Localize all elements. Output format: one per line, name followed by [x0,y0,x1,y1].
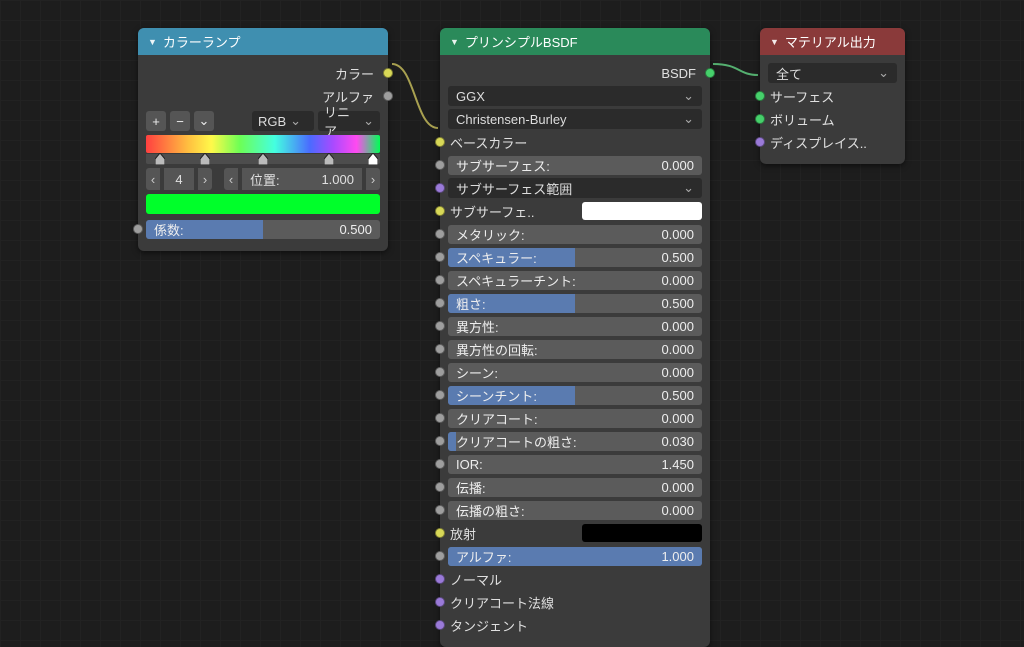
anisotropic-socket[interactable] [435,321,445,331]
ior-slider[interactable]: IOR:1.450 [448,455,702,474]
sheen-socket[interactable] [435,367,445,377]
output-color-label: カラー [146,64,374,83]
emission-swatch[interactable] [582,524,702,542]
subsurface-radius-select[interactable]: サブサーフェス範囲 [448,178,702,198]
emission-socket[interactable] [435,528,445,538]
normal-socket[interactable] [435,574,445,584]
ior-socket[interactable] [435,459,445,469]
gradient-stop[interactable] [258,153,268,165]
gradient-stop[interactable] [200,153,210,165]
displacement-socket[interactable] [755,137,765,147]
volume-socket[interactable] [755,114,765,124]
subsurface-socket[interactable] [435,160,445,170]
clearcoatRough-slider[interactable]: クリアコートの粗さ:0.030 [448,432,702,451]
stop-index-field[interactable]: 4 [164,168,194,190]
specTint-slider[interactable]: スペキュラーチント:0.000 [448,271,702,290]
sheen-slider[interactable]: シーン:0.000 [448,363,702,382]
node-color-ramp[interactable]: ▼ カラーランプ カラー アルファ + − ⌄ RGB リニア ‹ 4 › ‹ [138,28,388,251]
roughness-socket[interactable] [435,298,445,308]
subsurface-color-label: サブサーフェ.. [448,202,582,221]
output-alpha-label: アルファ [146,87,374,106]
material-output-title: マテリアル出力 [785,32,876,51]
fac-input-socket[interactable] [133,224,143,234]
anisoRot-socket[interactable] [435,344,445,354]
target-select[interactable]: 全て [768,63,897,83]
gradient-stops[interactable] [146,154,380,164]
collapse-icon: ▼ [148,37,157,47]
output-alpha-socket[interactable] [383,91,393,101]
principled-title: プリンシプルBSDF [465,32,578,51]
sss-method-select[interactable]: Christensen-Burley [448,109,702,129]
interp-mode-select[interactable]: リニア [318,111,380,131]
position-field[interactable]: 位置:1.000 [242,168,362,190]
metallic-slider[interactable]: メタリック:0.000 [448,225,702,244]
emission-label: 放射 [448,524,582,543]
tangent-label: タンジェント [448,616,702,635]
sheenTint-socket[interactable] [435,390,445,400]
collapse-icon: ▼ [450,37,459,47]
gradient-stop[interactable] [155,153,165,165]
specTint-socket[interactable] [435,275,445,285]
anisotropic-slider[interactable]: 異方性:0.000 [448,317,702,336]
surface-socket[interactable] [755,91,765,101]
metallic-socket[interactable] [435,229,445,239]
tangent-socket[interactable] [435,620,445,630]
transmission-slider[interactable]: 伝播:0.000 [448,478,702,497]
clearcoat-normal-label: クリアコート法線 [448,593,702,612]
transRough-slider[interactable]: 伝播の粗さ:0.000 [448,501,702,520]
node-principled-bsdf[interactable]: ▼ プリンシプルBSDF BSDF GGX Christensen-Burley… [440,28,710,647]
node-material-output[interactable]: ▼ マテリアル出力 全て サーフェス ボリューム ディスプレイス.. [760,28,905,164]
current-stop-color[interactable] [146,194,380,214]
clearcoat-slider[interactable]: クリアコート:0.000 [448,409,702,428]
volume-label: ボリューム [768,110,897,129]
specular-slider[interactable]: スペキュラー:0.500 [448,248,702,267]
collapse-icon: ▼ [770,37,779,47]
specular-socket[interactable] [435,252,445,262]
subsurface-radius-socket[interactable] [435,183,445,193]
base-color-label: ベースカラー [448,133,702,152]
surface-label: サーフェス [768,87,897,106]
sheenTint-slider[interactable]: シーンチント:0.500 [448,386,702,405]
gradient-bar[interactable] [146,135,380,153]
material-output-header[interactable]: ▼ マテリアル出力 [760,28,905,55]
subsurface-color-socket[interactable] [435,206,445,216]
prev-stop-button[interactable]: ‹ [146,168,160,190]
clearcoat-socket[interactable] [435,413,445,423]
transRough-socket[interactable] [435,505,445,515]
alpha-socket[interactable] [435,551,445,561]
ramp-menu-button[interactable]: ⌄ [194,111,214,131]
fac-slider[interactable]: 係数: 0.500 [146,220,380,239]
clearcoatRough-socket[interactable] [435,436,445,446]
anisoRot-slider[interactable]: 異方性の回転:0.000 [448,340,702,359]
principled-header[interactable]: ▼ プリンシプルBSDF [440,28,710,55]
pos-inc-button[interactable]: › [366,168,380,190]
base-color-socket[interactable] [435,137,445,147]
subsurface-slider[interactable]: サブサーフェス:0.000 [448,156,702,175]
next-stop-button[interactable]: › [198,168,212,190]
color-mode-select[interactable]: RGB [252,111,314,131]
output-bsdf-socket[interactable] [705,68,715,78]
add-stop-button[interactable]: + [146,111,166,131]
remove-stop-button[interactable]: − [170,111,190,131]
distribution-select[interactable]: GGX [448,86,702,106]
normal-label: ノーマル [448,570,702,589]
gradient-stop[interactable] [368,153,378,165]
output-bsdf-label: BSDF [448,66,696,81]
output-color-socket[interactable] [383,68,393,78]
gradient-stop[interactable] [324,153,334,165]
subsurface-color-swatch[interactable] [582,202,702,220]
color-ramp-title: カラーランプ [163,32,241,51]
transmission-socket[interactable] [435,482,445,492]
alpha-slider[interactable]: アルファ:1.000 [448,547,702,566]
pos-dec-button[interactable]: ‹ [224,168,238,190]
color-ramp-header[interactable]: ▼ カラーランプ [138,28,388,55]
roughness-slider[interactable]: 粗さ:0.500 [448,294,702,313]
clearcoat-normal-socket[interactable] [435,597,445,607]
displacement-label: ディスプレイス.. [768,133,897,152]
